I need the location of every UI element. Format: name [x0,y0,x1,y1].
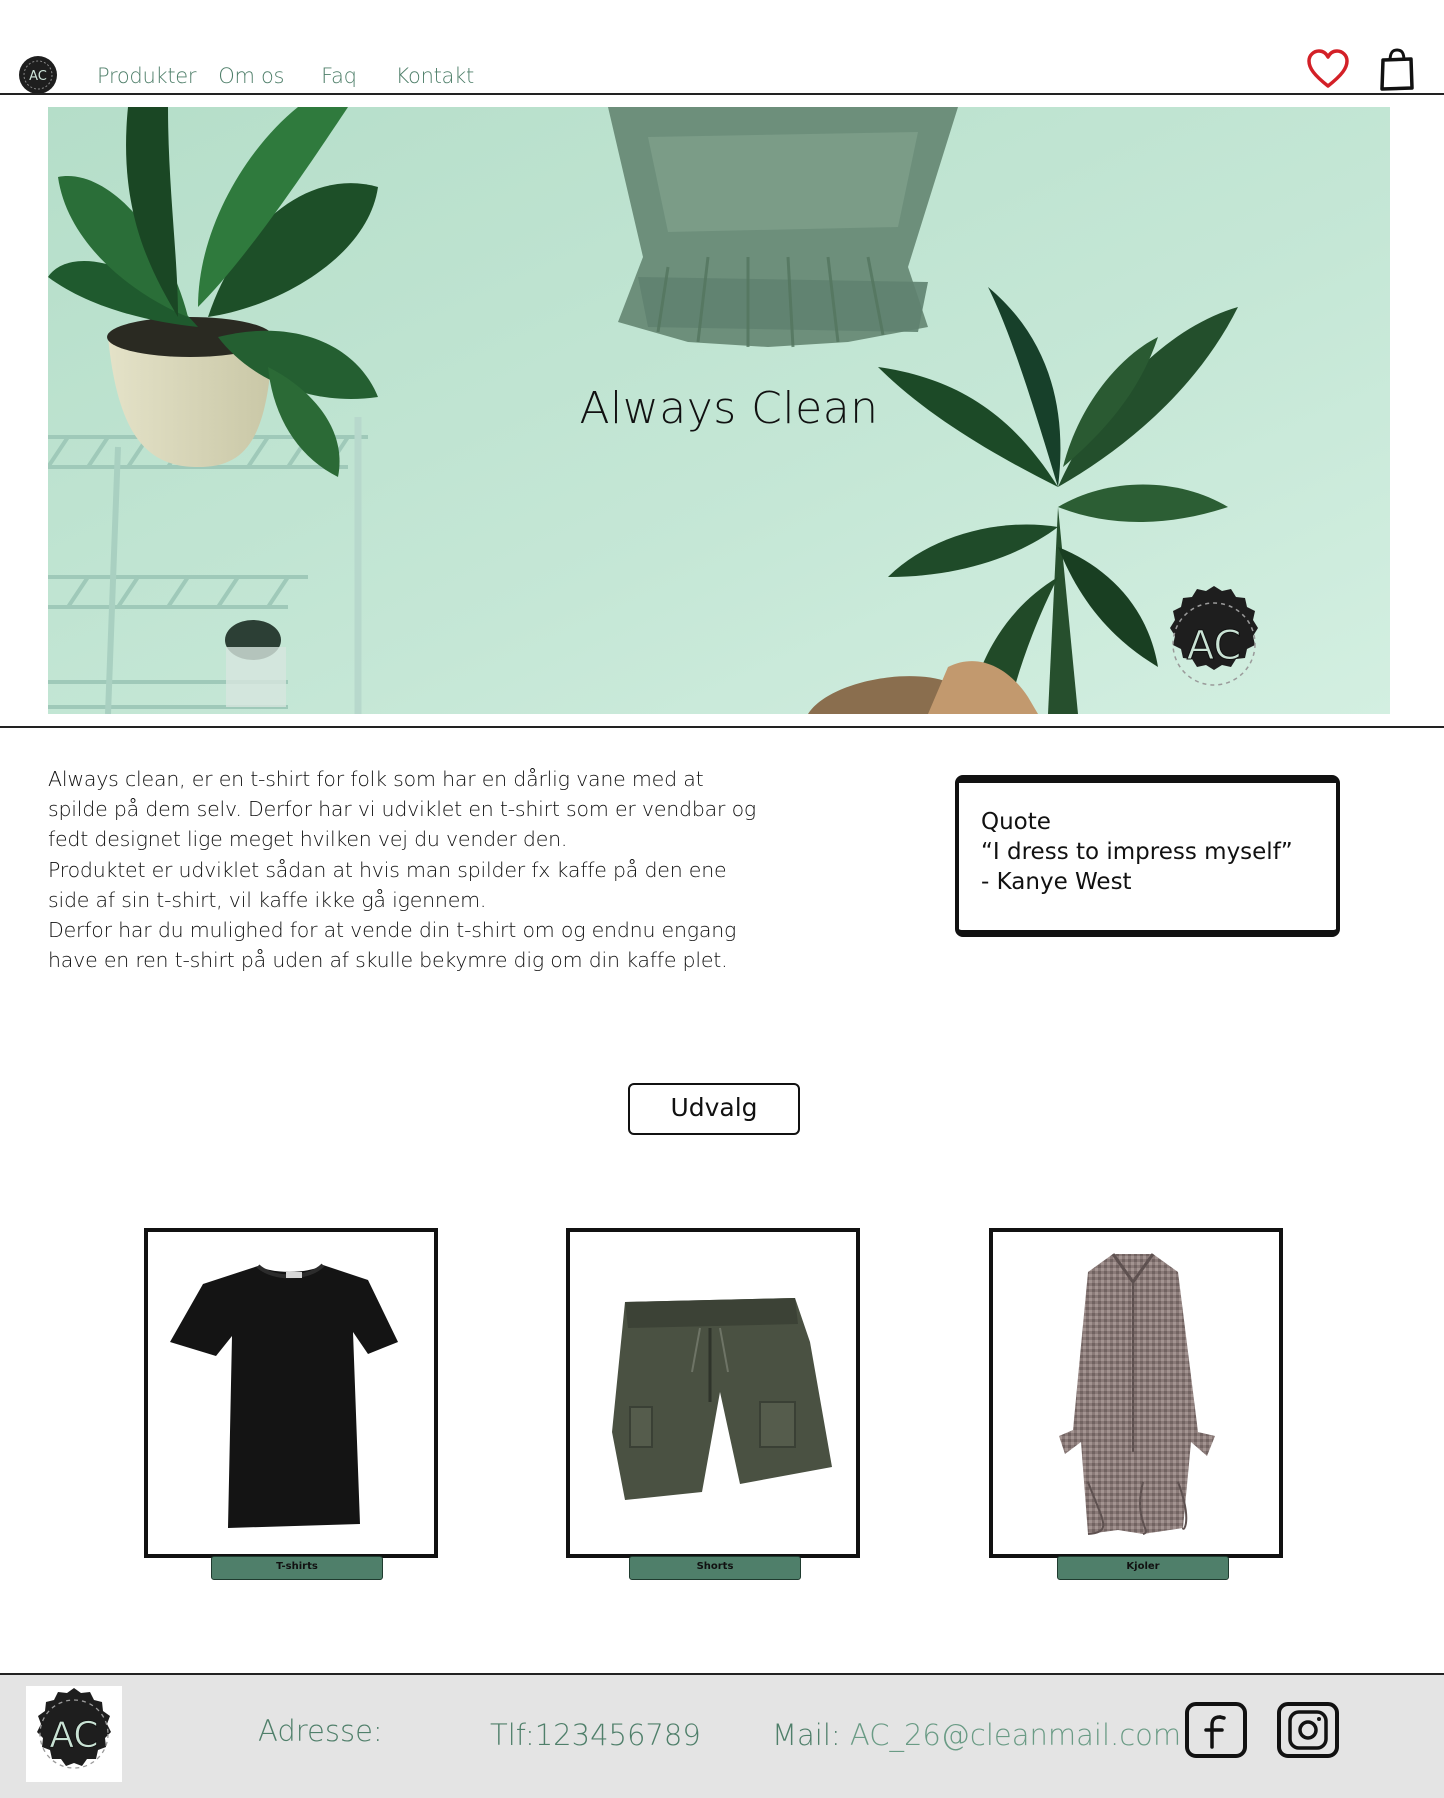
header-divider [0,93,1444,95]
quote-content: Quote “I dress to impress myself” - Kany… [981,807,1293,897]
svg-text:AC: AC [1187,623,1242,669]
intro-paragraph-1: Always clean, er en t-shirt for folk som… [48,767,757,852]
quote-box: Quote “I dress to impress myself” - Kany… [955,775,1340,937]
footer-mail: Mail: AC_26@cleanmail.com [772,1718,1181,1752]
site-footer: AC Adresse: Tlf:123456789 Mail: AC_26@cl… [0,1675,1444,1798]
nav-kontakt[interactable]: Kontakt [396,64,475,88]
header-logo[interactable]: AC [18,55,58,95]
facebook-icon[interactable] [1184,1701,1248,1759]
category-card-tshirts[interactable] [144,1228,438,1558]
header-actions [1306,47,1416,91]
checked-dress-image [1059,1253,1215,1535]
udvalg-button[interactable]: Udvalg [628,1083,800,1135]
black-tshirt-image [170,1263,398,1528]
svg-text:AC: AC [49,1715,98,1756]
instagram-icon[interactable] [1276,1701,1340,1759]
category-label-tshirts[interactable]: T-shirts [211,1556,383,1580]
nav-faq[interactable]: Faq [321,64,357,88]
nav-om-os[interactable]: Om os [218,64,284,88]
footer-logo[interactable]: AC [26,1686,122,1782]
category-label-shorts[interactable]: Shorts [629,1556,801,1580]
heart-icon[interactable] [1306,48,1350,90]
hero-divider [0,726,1444,728]
footer-logo-badge: AC [37,1688,111,1769]
hanging-dress [608,107,958,348]
site-header: AC Produkter Om os Faq Kontakt [0,0,1444,96]
category-label-kjoler[interactable]: Kjoler [1057,1556,1229,1580]
footer-address: Adresse: [258,1714,383,1748]
svg-text:AC: AC [29,69,47,84]
hero-title: Always Clean [579,383,879,434]
category-card-shorts[interactable] [566,1228,860,1558]
footer-mail-link[interactable]: AC_26@cleanmail.com [850,1718,1181,1752]
footer-phone: Tlf:123456789 [490,1718,701,1752]
intro-paragraph-3: Derfor har du mulighed for at vende din … [48,918,737,973]
intro-text: Always clean, er en t-shirt for folk som… [48,764,768,975]
quote-text: “I dress to impress myself” [981,839,1293,865]
quote-author: - Kanye West [981,869,1132,895]
intro-paragraph-2: Produktet er udviklet sådan at hvis man … [48,857,727,912]
shopping-bag-icon[interactable] [1378,47,1416,91]
quote-heading: Quote [981,809,1051,835]
main-nav: Produkter Om os Faq Kontakt [97,64,474,88]
category-card-kjoler[interactable] [989,1228,1283,1558]
footer-mail-label: Mail: [772,1718,841,1752]
nav-produkter[interactable]: Produkter [97,64,197,88]
olive-shorts-image [612,1298,832,1500]
hero-banner: AC Always Clean [48,107,1390,714]
